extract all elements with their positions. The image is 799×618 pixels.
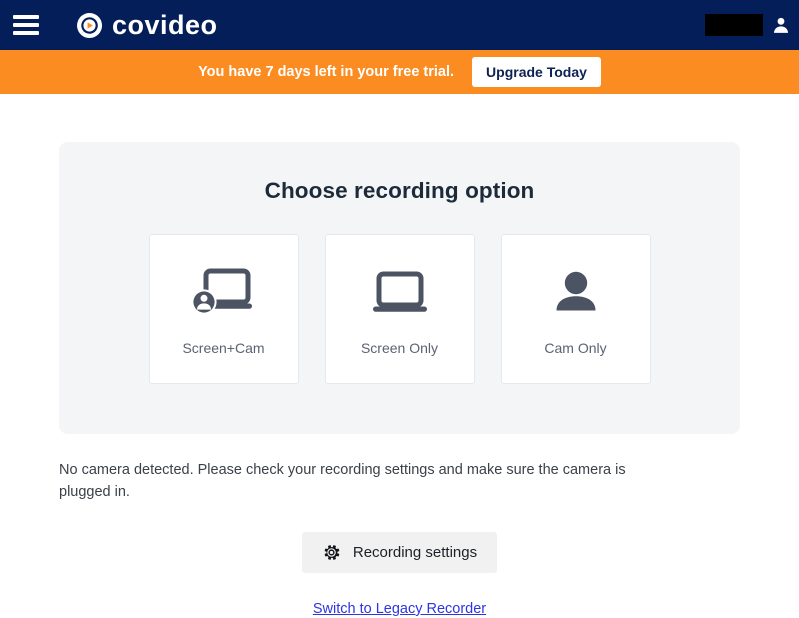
recording-option-panel: Choose recording option Screen+Cam Scree…: [59, 142, 740, 434]
legacy-link-row: Switch to Legacy Recorder: [59, 601, 740, 617]
covideo-play-circle-icon: [77, 12, 103, 38]
hamburger-bar-2: [13, 23, 39, 27]
gear-icon: [324, 545, 340, 560]
switch-to-legacy-recorder-link[interactable]: Switch to Legacy Recorder: [313, 601, 486, 617]
option-label: Screen+Cam: [182, 340, 265, 356]
no-camera-notice: No camera detected. Please check your re…: [59, 462, 626, 501]
app-header: covideo: [0, 0, 799, 50]
option-label: Screen Only: [360, 340, 439, 356]
option-card-screen-only[interactable]: Screen Only: [324, 234, 475, 384]
laptop-icon: [369, 262, 431, 324]
recording-option-list: Screen+Cam Screen Only Cam Only: [59, 234, 740, 384]
laptop-with-person-icon: [188, 262, 260, 324]
recording-settings-button[interactable]: Recording settings: [301, 531, 498, 573]
hamburger-bar-1: [13, 15, 39, 19]
hamburger-bar-3: [13, 31, 39, 35]
option-card-screen-cam[interactable]: Screen+Cam: [148, 234, 299, 384]
hamburger-menu-icon[interactable]: [13, 15, 39, 35]
upgrade-today-button[interactable]: Upgrade Today: [472, 57, 601, 87]
settings-button-row: Recording settings: [59, 531, 740, 573]
person-icon: [550, 262, 602, 324]
main-content: Choose recording option Screen+Cam Scree…: [0, 142, 799, 617]
recording-settings-label: Recording settings: [352, 543, 478, 561]
brand-logo[interactable]: covideo: [76, 9, 218, 40]
user-name-redacted: [705, 14, 763, 36]
brand-logo-text: covideo: [112, 9, 218, 40]
option-label: Cam Only: [544, 340, 607, 356]
page-title: Choose recording option: [264, 178, 535, 203]
trial-message: You have 7 days left in your free trial.: [198, 64, 455, 80]
free-trial-banner: You have 7 days left in your free trial.…: [0, 50, 799, 94]
header-user-area[interactable]: [705, 0, 791, 50]
user-avatar-icon[interactable]: [771, 15, 791, 35]
option-card-cam-only[interactable]: Cam Only: [500, 234, 651, 384]
